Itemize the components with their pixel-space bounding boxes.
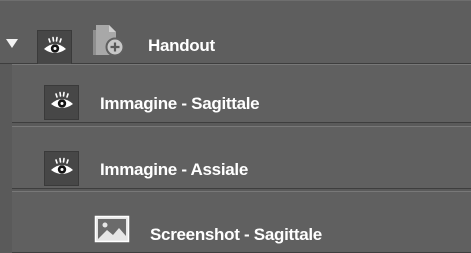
tree-item-label: Immagine - Sagittale (100, 94, 260, 113)
visibility-toggle-button[interactable] (37, 30, 72, 65)
tree-item-immagine-sagittale[interactable]: Immagine - Sagittale (12, 64, 471, 123)
tree-item-screenshot-sagittale[interactable]: Screenshot - Sagittale (12, 191, 471, 253)
layer-tree: Handout Immagine - Sagittale Immagine - … (0, 0, 471, 253)
image-icon (94, 215, 130, 243)
visibility-toggle-button[interactable] (44, 85, 79, 120)
tree-item-label: Screenshot - Sagittale (150, 225, 322, 244)
tree-item-label: Immagine - Assiale (100, 160, 248, 179)
handout-add-icon (93, 25, 125, 57)
tree-item-immagine-assiale[interactable]: Immagine - Assiale (12, 126, 471, 189)
eye-icon (51, 157, 73, 174)
visibility-toggle-button[interactable] (44, 151, 79, 186)
eye-icon (44, 36, 66, 53)
eye-icon (51, 91, 73, 108)
tree-item-label: Handout (148, 36, 215, 55)
tree-item-handout[interactable]: Handout (0, 0, 471, 65)
expand-collapse-toggle[interactable] (6, 39, 18, 48)
